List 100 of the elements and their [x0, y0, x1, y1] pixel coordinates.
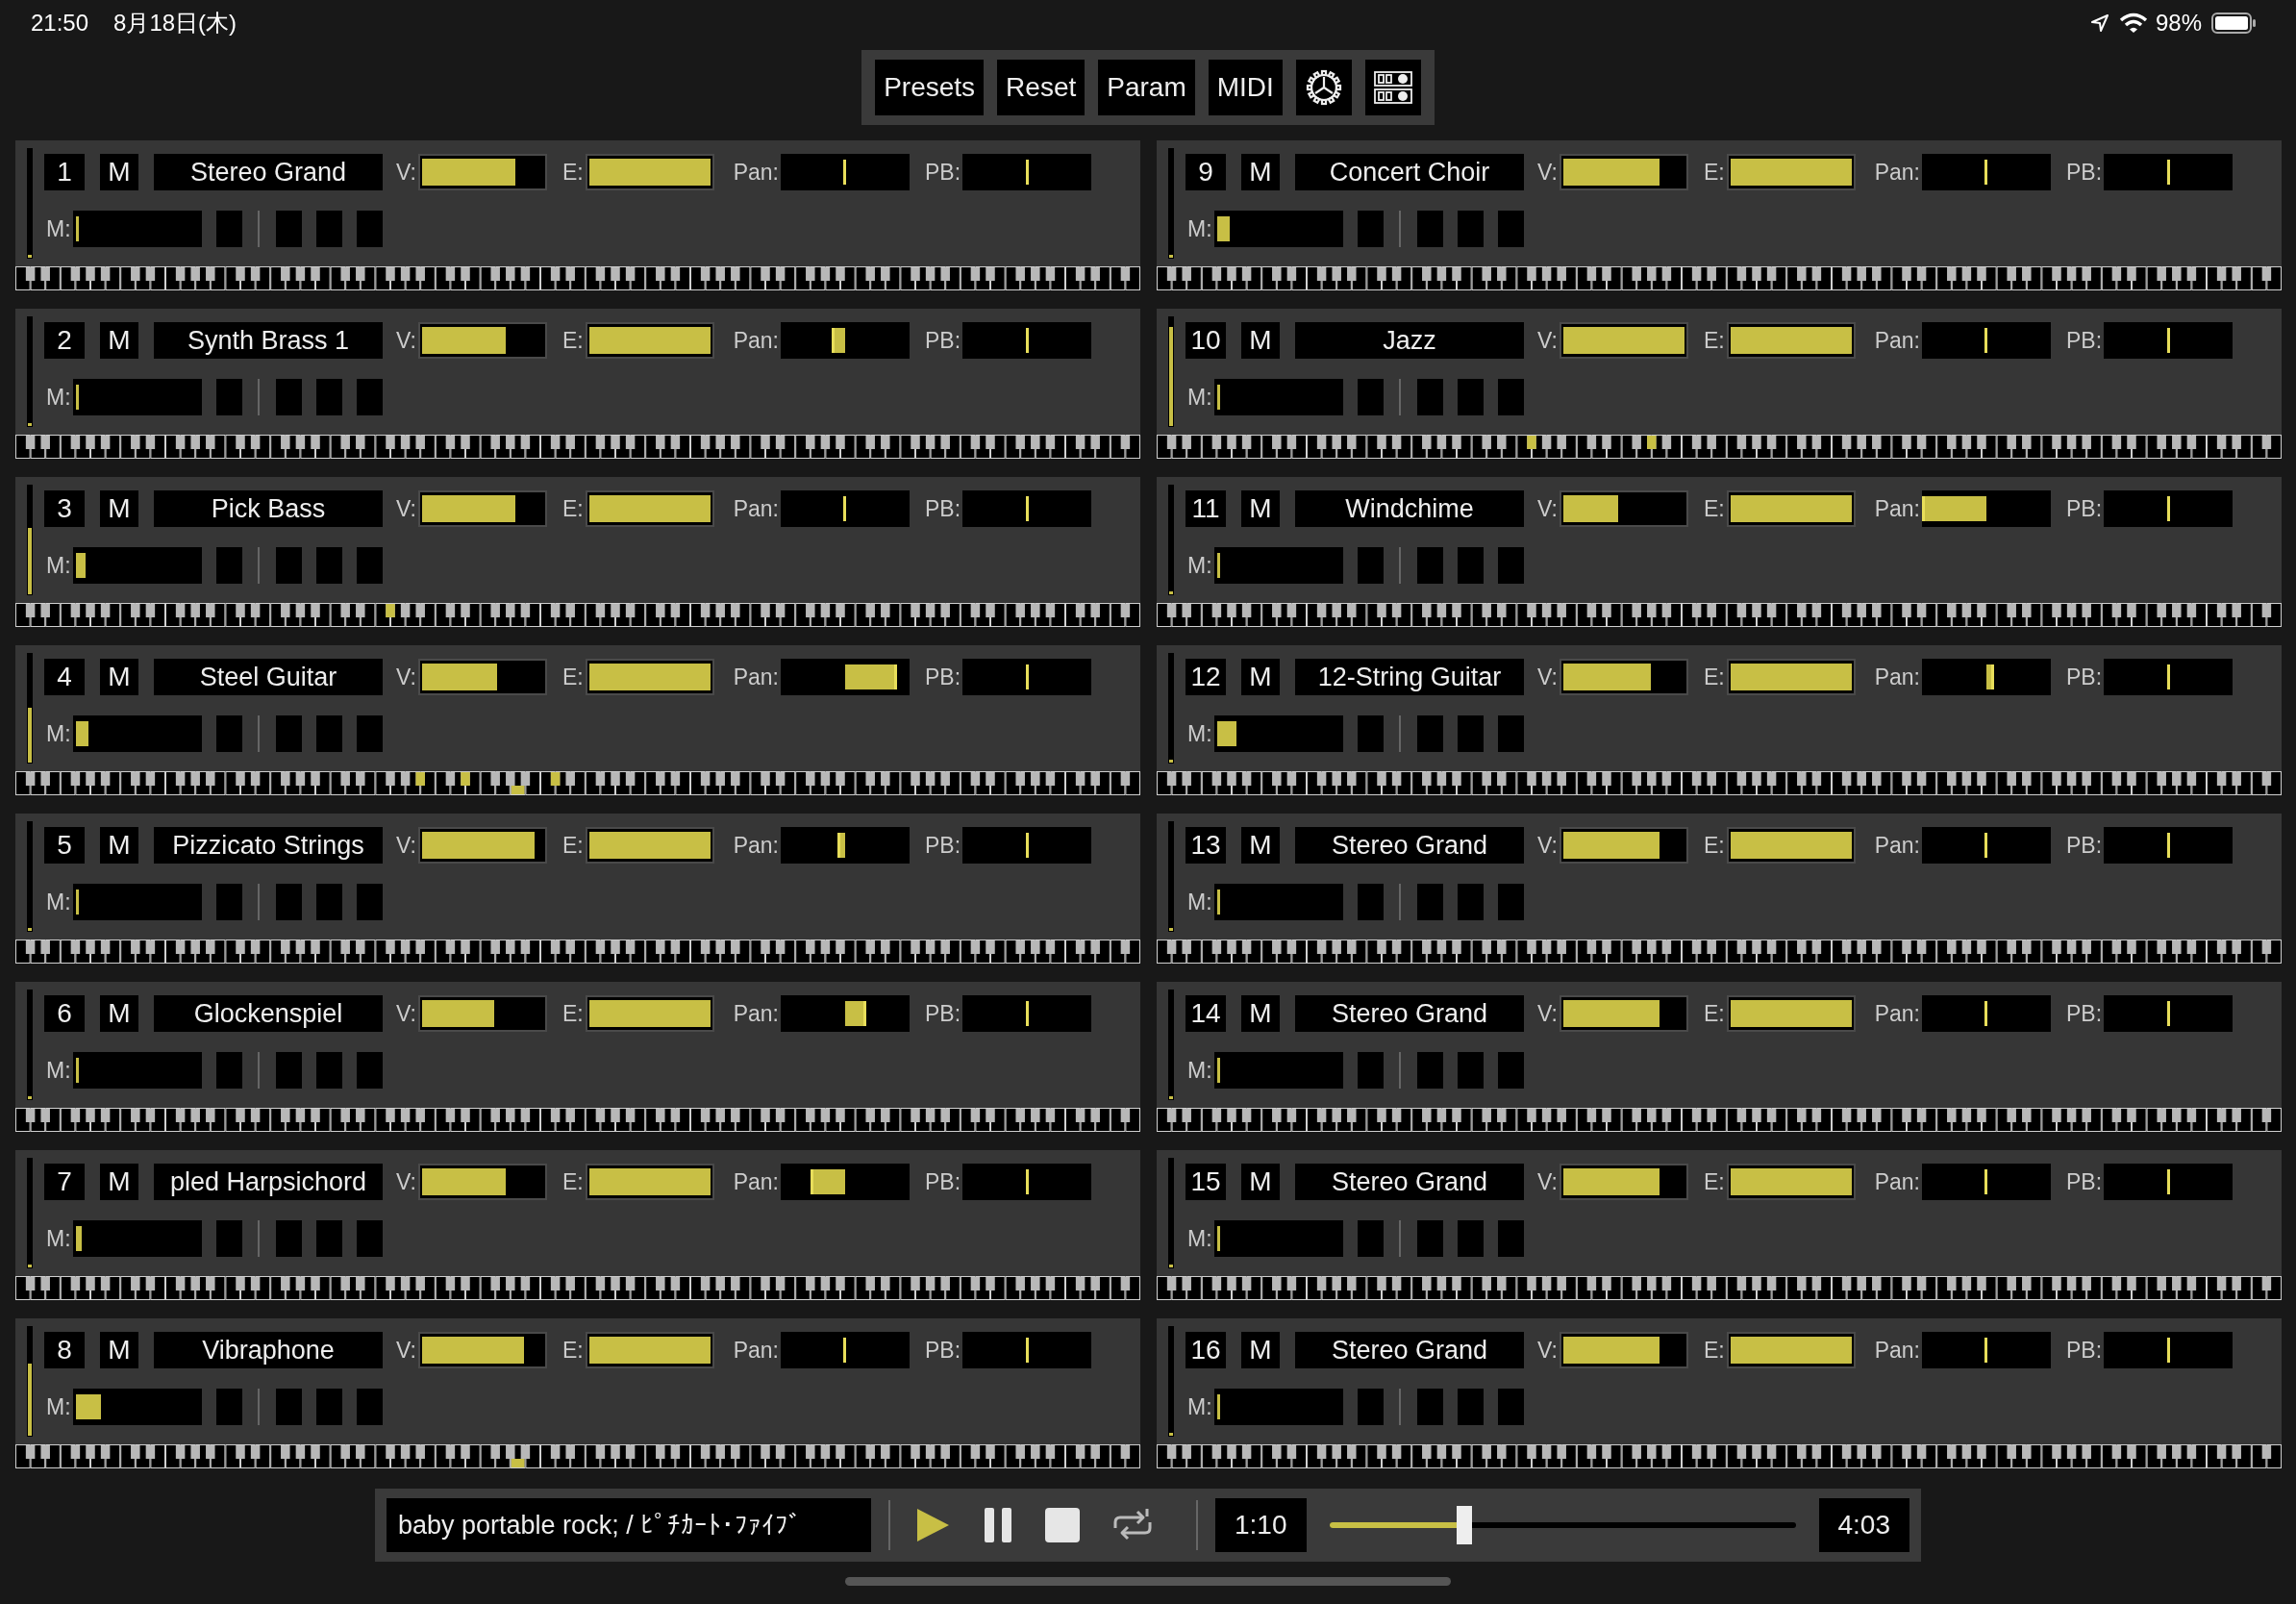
- velocity-label: V:: [396, 664, 416, 690]
- mute-button[interactable]: M: [100, 490, 138, 527]
- mute-button[interactable]: M: [100, 1164, 138, 1200]
- indicator-square: [1457, 547, 1484, 584]
- indicator-square: [275, 884, 302, 920]
- status-date: 8月18日(木): [113, 9, 237, 38]
- instrument-name[interactable]: Stereo Grand: [1295, 827, 1524, 864]
- velocity-label: V:: [396, 495, 416, 522]
- pitch-bend-label: PB:: [2065, 1337, 2103, 1364]
- expression-label: E:: [562, 495, 584, 522]
- instrument-name[interactable]: Stereo Grand: [1295, 1332, 1524, 1368]
- channel-number: 3: [44, 490, 85, 527]
- instrument-name[interactable]: Pick Bass: [154, 490, 383, 527]
- indicator-square: [215, 1389, 242, 1425]
- velocity-label: V:: [396, 832, 416, 859]
- mute-button[interactable]: M: [1241, 322, 1280, 359]
- modulation-label: M:: [1187, 720, 1212, 747]
- velocity-label: V:: [396, 1000, 416, 1027]
- instrument-name[interactable]: Glockenspiel: [154, 995, 383, 1032]
- mute-button[interactable]: M: [1241, 1332, 1280, 1368]
- mute-button[interactable]: M: [100, 995, 138, 1032]
- pan-label: Pan:: [733, 1337, 779, 1364]
- pitch-bend-label: PB:: [2065, 664, 2103, 690]
- modulation-label: M:: [46, 1393, 71, 1420]
- mute-button[interactable]: M: [1241, 827, 1280, 864]
- indicator-square: [315, 211, 342, 247]
- indicator-square: [1457, 1389, 1484, 1425]
- seek-thumb[interactable]: [1457, 1506, 1473, 1544]
- indicator-square: [215, 884, 242, 920]
- indicator-square: [1497, 1389, 1524, 1425]
- mixer-button[interactable]: [1364, 60, 1421, 115]
- modulation-label: M:: [46, 720, 71, 747]
- velocity-label: V:: [1537, 159, 1558, 186]
- indicator-square: [1497, 715, 1524, 752]
- mute-button[interactable]: M: [1241, 659, 1280, 695]
- indicator-square: [1416, 1220, 1443, 1257]
- mute-button[interactable]: M: [100, 827, 138, 864]
- indicator-square: [1457, 884, 1484, 920]
- pan-label: Pan:: [1874, 664, 1920, 690]
- song-title-field[interactable]: baby portable rock; / ﾋﾟﾁｶｰﾄ･ﾌｧｲﾌﾞ: [387, 1498, 871, 1552]
- indicator-square: [275, 715, 302, 752]
- toolbar-button[interactable]: Reset: [997, 60, 1086, 115]
- toolbar-button[interactable]: Param: [1098, 60, 1195, 115]
- indicator-square: [356, 715, 383, 752]
- indicator-square: [1457, 211, 1484, 247]
- indicator-square: [315, 1220, 342, 1257]
- modulation-label: M:: [1187, 1057, 1212, 1084]
- instrument-name[interactable]: Steel Guitar: [154, 659, 383, 695]
- indicator-square: [1357, 1052, 1384, 1089]
- instrument-name[interactable]: Synth Brass 1: [154, 322, 383, 359]
- mute-button[interactable]: M: [100, 154, 138, 190]
- modulation-label: M:: [46, 1057, 71, 1084]
- expression-label: E:: [562, 1168, 584, 1195]
- instrument-name[interactable]: Stereo Grand: [1295, 995, 1524, 1032]
- indicator-square: [275, 1052, 302, 1089]
- settings-button[interactable]: [1295, 60, 1352, 115]
- instrument-name[interactable]: Pizzicato Strings: [154, 827, 383, 864]
- indicator-square: [1357, 547, 1384, 584]
- instrument-name[interactable]: pled Harpsichord: [154, 1164, 383, 1200]
- indicator-square: [275, 1389, 302, 1425]
- indicator-square: [1416, 211, 1443, 247]
- velocity-label: V:: [396, 1168, 416, 1195]
- instrument-name[interactable]: Vibraphone: [154, 1332, 383, 1368]
- mute-button[interactable]: M: [100, 659, 138, 695]
- channel-number: 5: [44, 827, 85, 864]
- indicator-square: [1497, 1220, 1524, 1257]
- pitch-bend-label: PB:: [2065, 159, 2103, 186]
- indicator-square: [315, 547, 342, 584]
- modulation-label: M:: [1187, 1225, 1212, 1252]
- velocity-label: V:: [1537, 1000, 1558, 1027]
- indicator-square: [215, 211, 242, 247]
- instrument-name[interactable]: 12-String Guitar: [1295, 659, 1524, 695]
- mute-button[interactable]: M: [1241, 490, 1280, 527]
- instrument-name[interactable]: Concert Choir: [1295, 154, 1524, 190]
- indicator-square: [1357, 1389, 1384, 1425]
- pan-fill: [844, 1001, 865, 1026]
- instrument-name[interactable]: Stereo Grand: [1295, 1164, 1524, 1200]
- instrument-name[interactable]: Stereo Grand: [154, 154, 383, 190]
- mute-button[interactable]: M: [100, 1332, 138, 1368]
- toolbar-button[interactable]: Presets: [875, 60, 985, 115]
- indicator-square: [275, 211, 302, 247]
- indicator-square: [1457, 715, 1484, 752]
- expression-label: E:: [562, 1000, 584, 1027]
- mute-button[interactable]: M: [1241, 154, 1280, 190]
- pitch-bend-label: PB:: [924, 1337, 961, 1364]
- pan-label: Pan:: [1874, 495, 1920, 522]
- expression-label: E:: [562, 159, 584, 186]
- toolbar-button[interactable]: MIDI: [1208, 60, 1283, 115]
- modulation-label: M:: [1187, 1393, 1212, 1420]
- instrument-name[interactable]: Windchime: [1295, 490, 1524, 527]
- seek-slider[interactable]: [1329, 1506, 1796, 1544]
- indicator-square: [1357, 1220, 1384, 1257]
- instrument-name[interactable]: Jazz: [1295, 322, 1524, 359]
- channel-number: 12: [1185, 659, 1226, 695]
- indicator-square: [275, 1220, 302, 1257]
- velocity-label: V:: [1537, 1168, 1558, 1195]
- mute-button[interactable]: M: [100, 322, 138, 359]
- mute-button[interactable]: M: [1241, 995, 1280, 1032]
- modulation-label: M:: [46, 889, 71, 915]
- mute-button[interactable]: M: [1241, 1164, 1280, 1200]
